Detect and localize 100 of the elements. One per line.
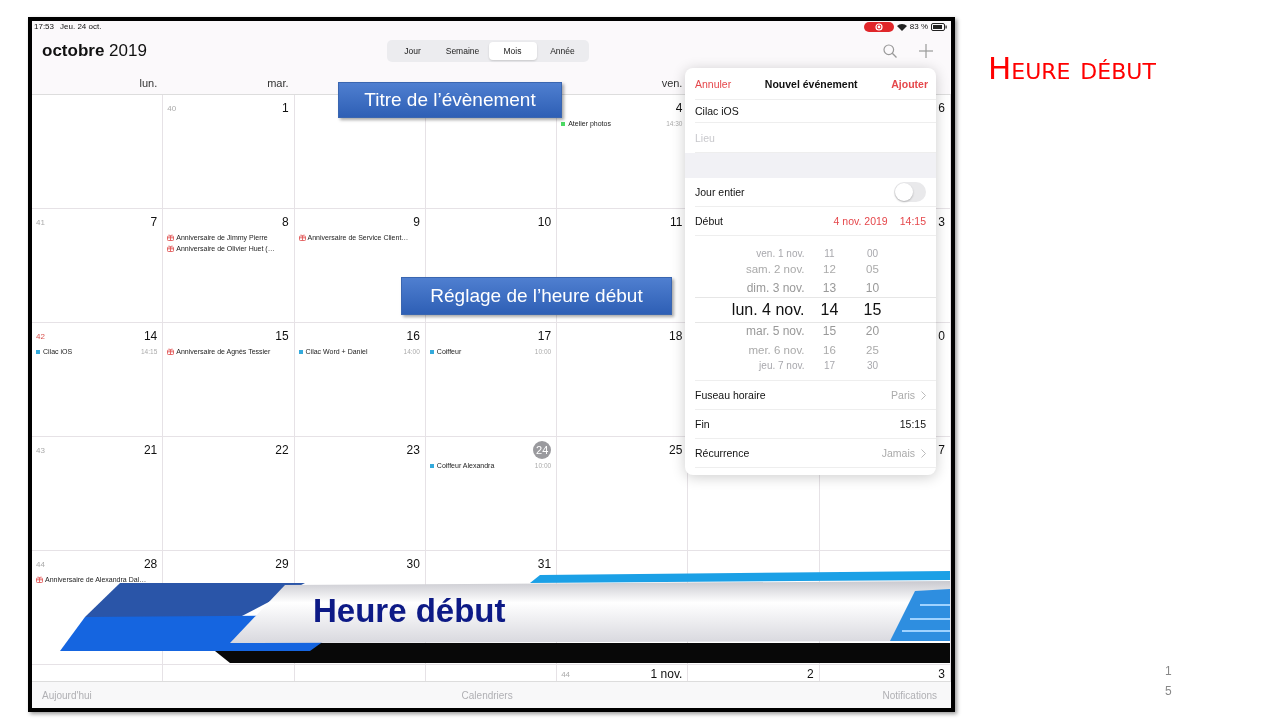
week-number: 42 bbox=[36, 331, 45, 341]
view-tab[interactable]: Semaine bbox=[438, 42, 487, 60]
battery-level: 83 % bbox=[909, 22, 928, 32]
picker-item[interactable]: 20 bbox=[865, 322, 880, 341]
day-number: 8 bbox=[281, 215, 289, 229]
picker-item[interactable]: 16 bbox=[823, 341, 836, 360]
day-number: 31 bbox=[537, 557, 552, 571]
status-time: 17:53 bbox=[34, 22, 55, 32]
picker-item[interactable]: 15 bbox=[863, 298, 882, 322]
gift-icon bbox=[167, 234, 175, 241]
weekday-label: lun. bbox=[139, 77, 158, 89]
day-number: 18 bbox=[669, 329, 683, 343]
week-number: 44 bbox=[36, 559, 45, 569]
day-number: 0 bbox=[938, 329, 945, 343]
picker-item[interactable]: sam. 2 nov. bbox=[745, 260, 805, 279]
day-number: 28 bbox=[143, 557, 158, 571]
day-number: 4 bbox=[675, 101, 683, 115]
day-number: 29 bbox=[275, 557, 289, 571]
popover-title: Nouvel événement bbox=[764, 77, 858, 90]
row-label: Fin bbox=[695, 418, 710, 430]
view-tab[interactable]: Jour bbox=[388, 42, 437, 60]
picker-item[interactable]: 14 bbox=[820, 298, 839, 322]
day-number: 7 bbox=[150, 215, 158, 229]
row-label: Début bbox=[695, 215, 724, 227]
row-label: Récurrence bbox=[695, 447, 750, 459]
day-number: 7 bbox=[938, 443, 945, 457]
row-value[interactable]: Paris bbox=[891, 389, 915, 401]
weekday-label: mar. bbox=[267, 77, 289, 89]
picker-item[interactable]: 15 bbox=[822, 322, 837, 341]
day-number: 11 bbox=[669, 215, 683, 229]
week-number: 41 bbox=[36, 217, 45, 227]
picker-item[interactable]: dim. 3 nov. bbox=[746, 279, 805, 298]
chevron-icon bbox=[921, 448, 926, 458]
day-number: 3 bbox=[938, 667, 945, 681]
plus-icon[interactable] bbox=[919, 44, 933, 58]
day-number: 15 bbox=[275, 329, 289, 343]
picker-item[interactable]: 10 bbox=[865, 279, 880, 298]
picker-item[interactable]: jeu. 7 nov. bbox=[759, 360, 805, 372]
day-number: 23 bbox=[406, 443, 420, 457]
picker-item[interactable]: mar. 5 nov. bbox=[746, 322, 805, 341]
row-value[interactable]: 15:15 bbox=[899, 418, 926, 430]
slide-title: Heure début bbox=[988, 50, 1156, 86]
cancel-button[interactable]: Annuler bbox=[695, 77, 732, 90]
gift-icon bbox=[167, 245, 175, 252]
chevron-icon bbox=[921, 390, 926, 400]
status-date: Jeu. 24 oct. bbox=[60, 22, 102, 32]
row-label: Fuseau horaire bbox=[695, 389, 766, 401]
day-number: 21 bbox=[143, 443, 158, 457]
search-icon[interactable] bbox=[883, 44, 897, 58]
day-number: 1 nov. bbox=[650, 667, 683, 681]
picker-item[interactable]: 30 bbox=[866, 360, 879, 372]
day-number: 24 bbox=[533, 441, 552, 459]
gift-icon bbox=[36, 576, 43, 583]
title-field[interactable]: Cilac iOS bbox=[695, 100, 936, 123]
callout-label: Titre de l’évènement bbox=[338, 82, 562, 118]
picker-item[interactable]: 05 bbox=[866, 260, 879, 279]
picker-item[interactable]: 25 bbox=[866, 341, 879, 360]
picker-item[interactable]: mer. 6 nov. bbox=[748, 341, 805, 360]
add-button[interactable]: Ajouter bbox=[891, 77, 928, 90]
all-day-toggle[interactable] bbox=[894, 182, 926, 202]
battery-icon bbox=[931, 23, 947, 31]
picker-item[interactable]: ven. 1 nov. bbox=[756, 248, 805, 260]
toolbar-button[interactable]: Aujourd'hui bbox=[42, 689, 92, 701]
day-number: 14 bbox=[143, 329, 158, 343]
picker-item[interactable]: lun. 4 nov. bbox=[731, 298, 805, 322]
day-number: 9 bbox=[413, 215, 420, 229]
picker-item[interactable]: 11 bbox=[824, 248, 835, 260]
picker-item[interactable]: 00 bbox=[866, 248, 879, 260]
date-time-picker[interactable]: ven. 1 nov. sam. 2 nov. dim. 3 nov. lun. 4 nov. mar. 5 nov. mer. 6 nov. jeu. 7 nov. 11 12 13 14 15 16 17 00 05 10 15 20 25 30 bbox=[695, 236, 936, 381]
row-label: Jour entier bbox=[695, 186, 745, 198]
start-date[interactable]: 4 nov. 2019 bbox=[833, 215, 888, 227]
day-number: 22 bbox=[275, 443, 289, 457]
day-number: 17 bbox=[537, 329, 552, 343]
gift-icon bbox=[298, 234, 306, 241]
toolbar-button[interactable]: Notifications bbox=[882, 689, 937, 701]
day-number: 2 bbox=[807, 667, 814, 681]
day-number: 30 bbox=[406, 557, 420, 571]
wifi-icon bbox=[896, 23, 907, 31]
week-number: 43 bbox=[36, 445, 45, 455]
day-number: 6 bbox=[938, 101, 945, 115]
day-number: 10 bbox=[537, 215, 552, 229]
day-number: 1 bbox=[281, 101, 289, 115]
start-time[interactable]: 14:15 bbox=[899, 215, 926, 227]
week-number: 40 bbox=[167, 103, 177, 113]
picker-item[interactable]: 17 bbox=[823, 360, 836, 372]
view-tab[interactable]: Année bbox=[538, 42, 587, 60]
view-tab[interactable]: Mois bbox=[488, 42, 537, 60]
callout-label: Réglage de l’heure début bbox=[401, 277, 672, 315]
row-value[interactable]: Jamais bbox=[881, 447, 915, 459]
picker-item[interactable]: 12 bbox=[823, 260, 836, 279]
banner-title: Heure début bbox=[313, 592, 506, 630]
month-title: octobre 2019 bbox=[42, 41, 148, 61]
day-number: 16 bbox=[406, 329, 420, 343]
page-number: 15 bbox=[1165, 663, 1173, 700]
week-number: 44 bbox=[561, 669, 571, 679]
picker-item[interactable]: 13 bbox=[822, 279, 837, 298]
weekday-label: ven. bbox=[661, 77, 683, 89]
gift-icon bbox=[167, 348, 175, 355]
toolbar-button[interactable]: Calendriers bbox=[461, 689, 513, 701]
day-number: 25 bbox=[669, 443, 683, 457]
